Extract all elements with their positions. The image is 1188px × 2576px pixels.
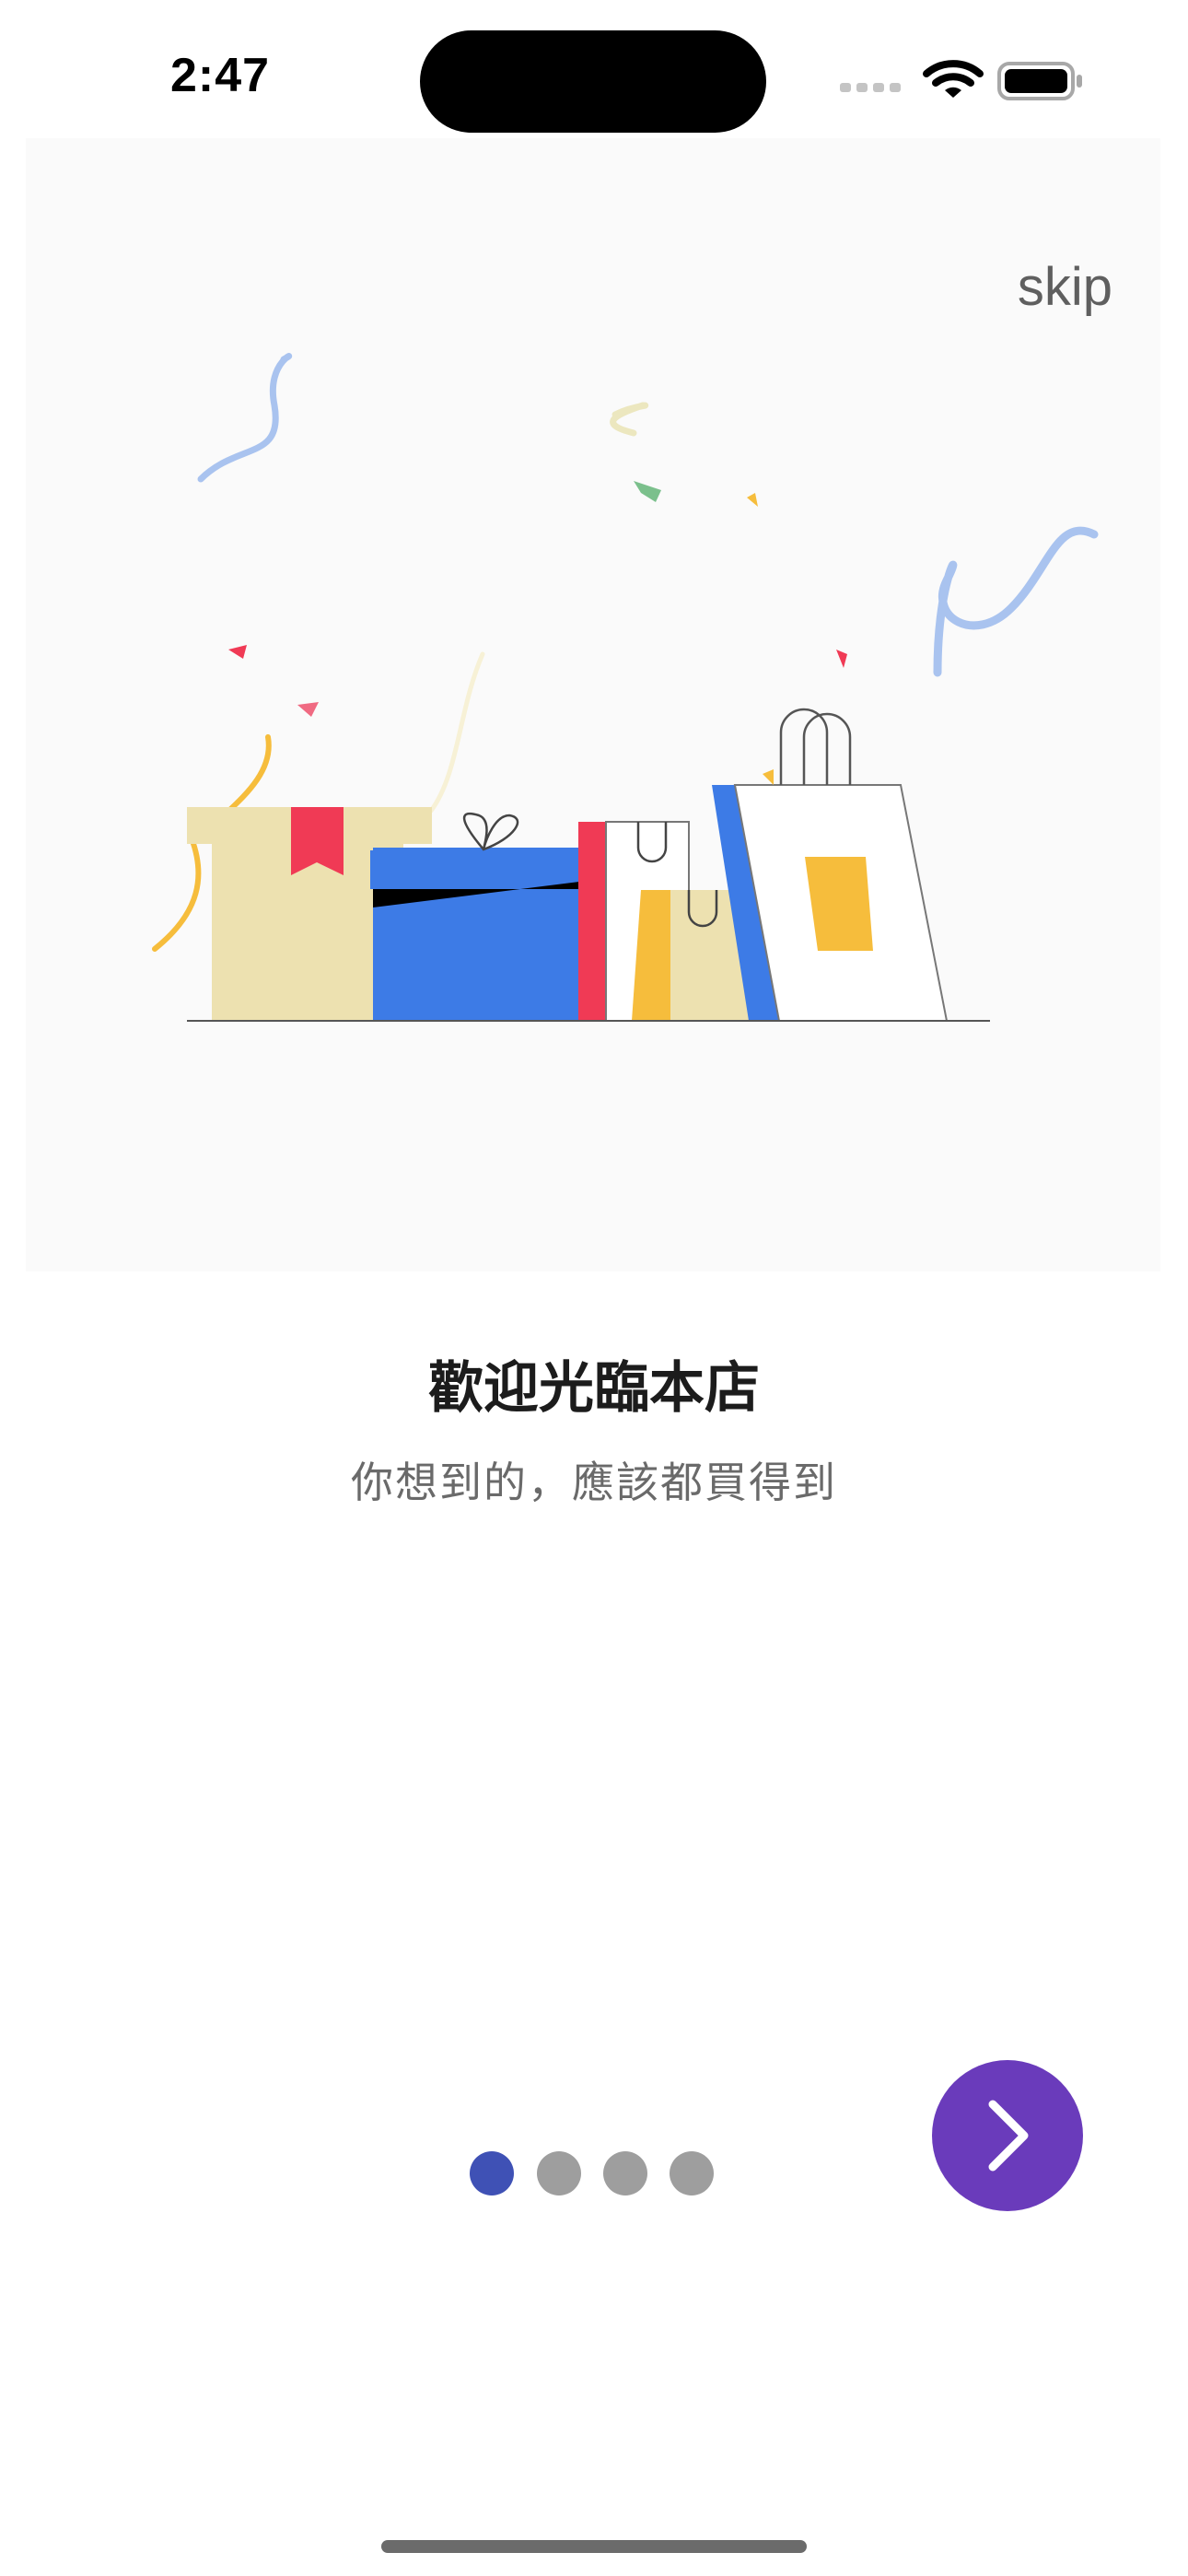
next-button[interactable] [932,2060,1083,2211]
onboarding-title: 歡迎光臨本店 [428,1356,760,1421]
cellular-signal-icon [840,83,901,92]
wifi-icon [923,60,984,98]
page-dot-1-active[interactable] [470,2151,514,2195]
status-icons [838,57,1087,103]
page-dot-3[interactable] [603,2151,647,2195]
battery-icon [997,62,1082,100]
status-time: 2:47 [170,49,271,102]
skip-button[interactable]: skip [1018,256,1112,318]
onboarding-illustration: skip [26,138,1160,1271]
page-indicator [470,2151,718,2197]
onboarding-subtitle: 你想到的，應該都買得到 [351,1458,837,1507]
page-dot-4[interactable] [670,2151,714,2195]
page-dot-2[interactable] [537,2151,581,2195]
home-indicator[interactable] [381,2540,807,2553]
dynamic-island [420,30,766,133]
